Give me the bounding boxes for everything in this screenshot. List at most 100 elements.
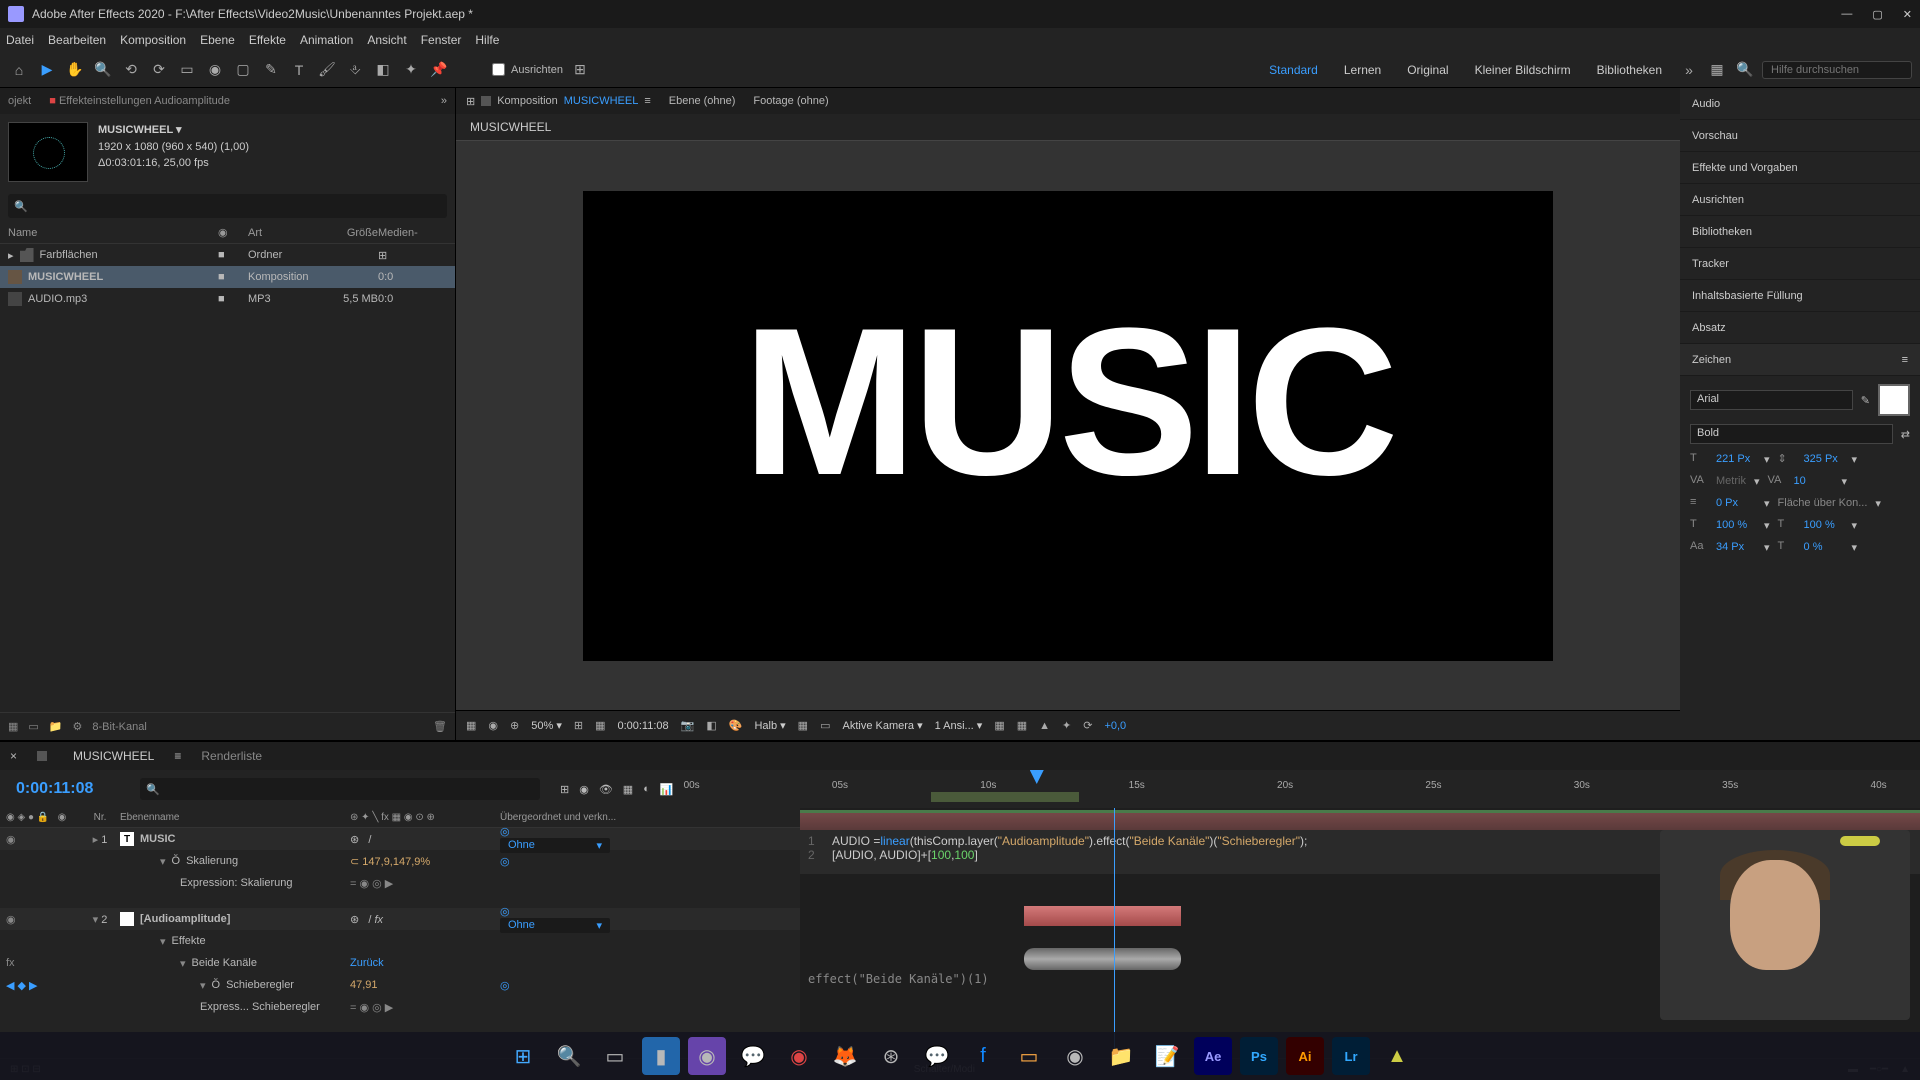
panel-zeichen[interactable]: Zeichen≡ [1680,344,1920,376]
views-dropdown[interactable]: 1 Ansi... ▾ [935,719,983,732]
tab-effect-controls[interactable]: Effekteinstellungen Audioamplitude [49,95,230,107]
layer-row-2[interactable]: ◉ ▾ 2 [Audioamplitude] ⊛ / fx ◎ Ohne▾ [0,908,800,930]
help-search-input[interactable] [1762,61,1912,79]
panel-toggle-icon[interactable]: ▦ [1706,59,1728,81]
taskbar-app-2[interactable]: ◉ [688,1037,726,1075]
minimize-button[interactable]: — [1841,8,1852,21]
baseline-value[interactable]: 34 Px [1716,541,1756,553]
hand-tool-icon[interactable]: ✋ [64,59,86,81]
align-checkbox[interactable] [492,63,505,76]
puppet-tool-icon[interactable]: 📌 [428,59,450,81]
workspace-more-icon[interactable]: » [1678,59,1700,81]
fill-color-swatch[interactable] [1878,384,1910,416]
taskbar-explorer[interactable]: 📁 [1102,1037,1140,1075]
taskbar-taskview[interactable]: ▭ [596,1037,634,1075]
stroke-value[interactable]: 0 Px [1716,497,1756,509]
panel-bibliotheken[interactable]: Bibliotheken [1680,216,1920,248]
playhead-icon[interactable] [1030,770,1044,784]
eraser-tool-icon[interactable]: ◧ [372,59,394,81]
taskbar-app-6[interactable]: ▲ [1378,1037,1416,1075]
graph-editor-icon[interactable]: 📊 [660,783,674,796]
expression-slider[interactable]: Express... Schieberegler = ◉ ◎ ▶ [0,996,800,1018]
breadcrumb[interactable]: MUSICWHEEL [456,114,1680,141]
roto-tool-icon[interactable]: ✦ [400,59,422,81]
timeline-close-icon[interactable]: × [10,749,17,763]
workspace-original[interactable]: Original [1397,63,1458,77]
timeline-search[interactable]: 🔍 [140,778,540,800]
eyedropper-icon[interactable]: ✎ [1861,394,1870,407]
panel-inhaltsbasierte[interactable]: Inhaltsbasierte Füllung [1680,280,1920,312]
exposure-value[interactable]: +0,0 [1104,720,1126,732]
resolution-dropdown[interactable]: Halb ▾ [754,719,785,732]
snap-icon[interactable]: ⊞ [569,59,591,81]
motion-blur-icon[interactable]: ◐ [643,783,650,796]
guides-icon[interactable]: ▦ [595,719,605,732]
tab-timeline-comp[interactable]: MUSICWHEEL [73,749,154,763]
menu-hilfe[interactable]: Hilfe [475,33,499,47]
channel-icon[interactable]: ◉ [488,719,498,732]
time-ruler[interactable]: 00s 05s 10s 15s 20s 25s 30s 35s 40s [684,770,1920,808]
interpret-icon[interactable]: ▦ [8,720,18,733]
shy-icon[interactable]: 👁 [599,783,613,796]
kerning-value[interactable]: Metrik [1716,475,1746,487]
workspace-bibliotheken[interactable]: Bibliotheken [1587,63,1672,77]
transparency-icon[interactable]: ▦ [798,719,808,732]
frame-blend-icon[interactable]: ▦ [623,783,633,796]
panel-ausrichten[interactable]: Ausrichten [1680,184,1920,216]
trash-icon[interactable]: 🗑 [433,720,447,733]
expression-scale[interactable]: Expression: Skalierung = ◉ ◎ ▶ [0,872,800,894]
stroke-swap-icon[interactable]: ⇄ [1901,428,1910,441]
project-row-audio[interactable]: AUDIO.mp3 ■MP35,5 MB0:0 [0,288,455,310]
rotate-tool-icon[interactable]: ⟳ [148,59,170,81]
panel-tracker[interactable]: Tracker [1680,248,1920,280]
tab-project[interactable]: ojekt [8,95,31,107]
taskbar-messenger[interactable]: 💬 [918,1037,956,1075]
taskbar-app-3[interactable]: ◉ [780,1037,818,1075]
layer-row-1[interactable]: ◉ ▸ 1 T MUSIC ⊛ / ◎ Ohne▾ [0,828,800,850]
v1-icon[interactable]: ▦ [994,719,1004,732]
close-button[interactable]: ✕ [1903,8,1912,21]
taskbar-app-4[interactable]: ⊛ [872,1037,910,1075]
region-icon[interactable]: ◧ [706,719,716,732]
maximize-button[interactable]: ▢ [1872,8,1882,21]
snapshot-icon[interactable]: 📷 [681,719,695,732]
v3-icon[interactable]: ▲ [1039,720,1050,732]
flowchart-icon[interactable]: ⊞ [466,95,475,108]
taskbar-facebook[interactable]: f [964,1037,1002,1075]
alpha-icon[interactable]: ▦ [466,719,476,732]
taskbar-app-5[interactable]: ▭ [1010,1037,1048,1075]
new-folder-icon[interactable]: 📁 [49,720,63,733]
panel-menu-icon[interactable]: » [441,95,447,107]
draft3d-icon[interactable]: ◉ [579,783,589,796]
v2-icon[interactable]: ▦ [1017,719,1027,732]
mask-icon[interactable]: ⊕ [510,719,519,732]
tsume-value[interactable]: 0 % [1804,541,1844,553]
selection-tool-icon[interactable]: ▶ [36,59,58,81]
color-icon[interactable]: 🎨 [729,719,743,732]
taskbar-whatsapp[interactable]: 💬 [734,1037,772,1075]
viewer-timecode[interactable]: 0:00:11:08 [617,720,668,732]
start-button[interactable]: ⊞ [504,1037,542,1075]
fill-over-stroke[interactable]: Fläche über Kon... [1778,497,1868,509]
camera-tool-icon[interactable]: ▭ [176,59,198,81]
vscale-value[interactable]: 100 % [1804,519,1844,531]
pen-tool-icon[interactable]: ✎ [260,59,282,81]
menu-fenster[interactable]: Fenster [421,33,462,47]
tab-footage[interactable]: Footage (ohne) [753,95,828,107]
leading-value[interactable]: 325 Px [1804,453,1844,465]
project-search[interactable]: 🔍 [8,194,447,218]
property-slider[interactable]: ◀ ◆ ▶ ▾ Ŏ Schieberegler 47,91 ◎ [0,974,800,996]
font-weight-dropdown[interactable]: Bold [1690,424,1893,444]
home-icon[interactable]: ⌂ [8,59,30,81]
current-time[interactable]: 0:00:11:08 [0,780,130,798]
menu-datei[interactable]: Datei [6,33,34,47]
taskbar-after-effects[interactable]: Ae [1194,1037,1232,1075]
v4-icon[interactable]: ✦ [1062,719,1071,732]
clone-tool-icon[interactable]: ⎀ [344,59,366,81]
property-effects[interactable]: ▾ Effekte [0,930,800,952]
menu-effekte[interactable]: Effekte [249,33,286,47]
taskbar-search[interactable]: 🔍 [550,1037,588,1075]
taskbar-photoshop[interactable]: Ps [1240,1037,1278,1075]
property-scale[interactable]: ▾ Ŏ Skalierung ⊂ 147,9,147,9% ◎ [0,850,800,872]
text-tool-icon[interactable]: T [288,59,310,81]
